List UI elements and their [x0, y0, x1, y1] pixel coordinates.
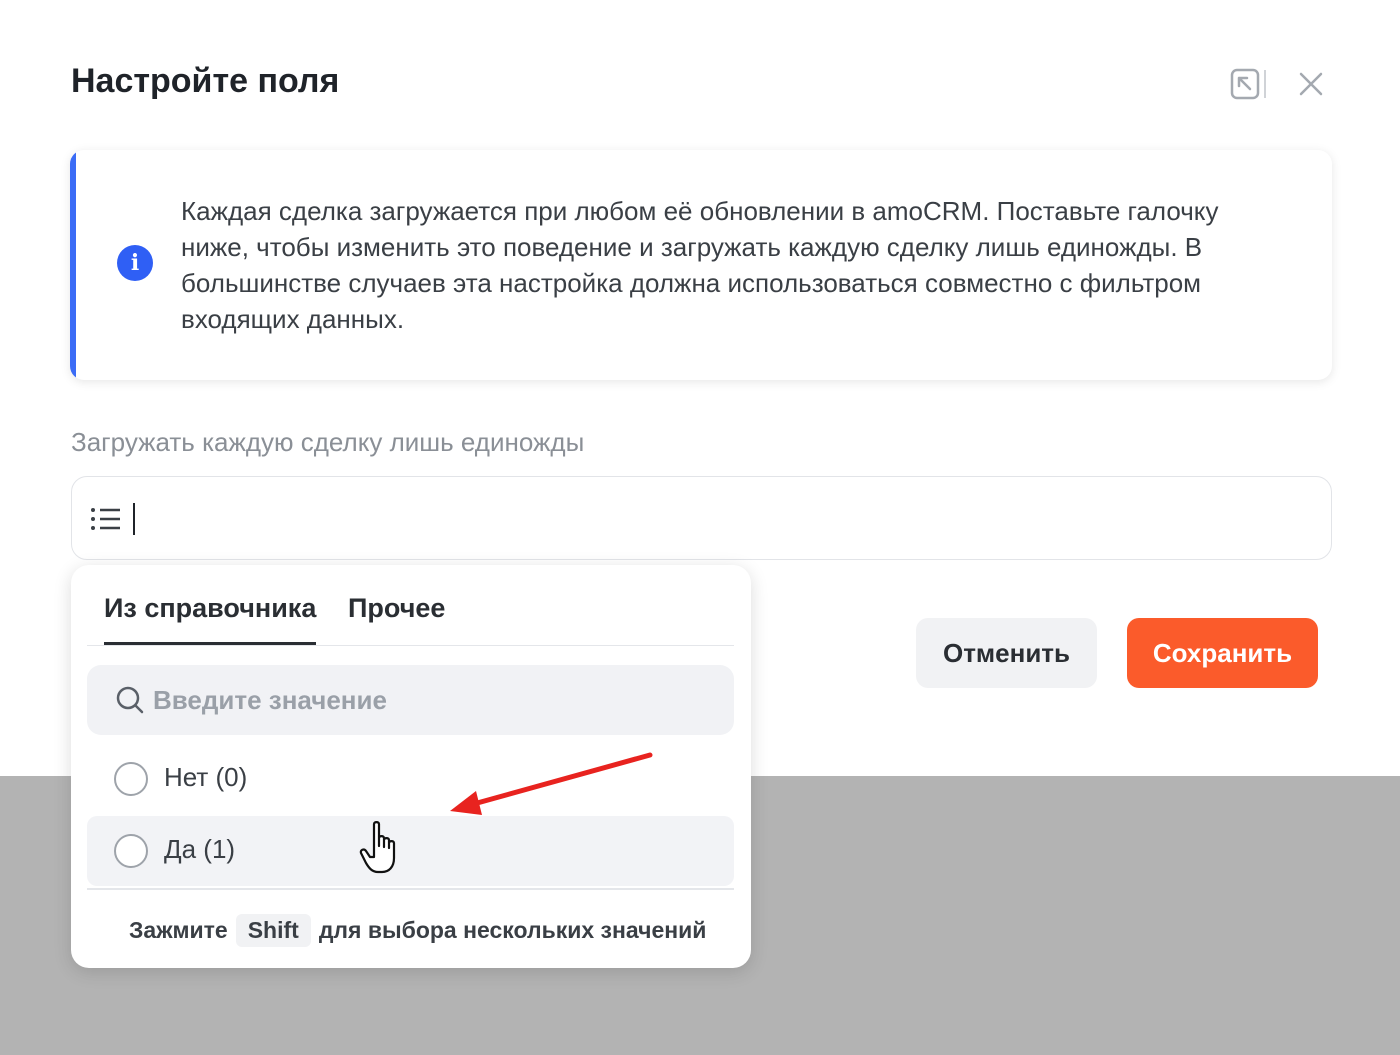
red-arrow-annotation: [450, 752, 653, 815]
info-icon: i: [117, 245, 153, 281]
modal-title: Настройте поля: [71, 62, 340, 100]
field-input[interactable]: [71, 476, 1332, 560]
info-accent-bar: [70, 150, 76, 380]
radio-no[interactable]: [114, 762, 148, 796]
search-input[interactable]: [153, 677, 713, 723]
save-button[interactable]: Сохранить: [1127, 618, 1318, 688]
text-caret: [133, 503, 135, 535]
close-icon: [1299, 72, 1323, 96]
field-label: Загружать каждую сделку лишь единожды: [71, 427, 585, 457]
info-text: Каждая сделка загружается при любом её о…: [181, 196, 1219, 334]
dropdown-divider: [87, 888, 734, 890]
option-label: Да (1): [164, 834, 236, 864]
cancel-button[interactable]: Отменить: [916, 618, 1097, 688]
tab-directory[interactable]: Из справочника: [104, 593, 317, 645]
shift-key-badge: Shift: [235, 914, 311, 947]
hand-cursor-icon: [359, 821, 396, 874]
option-label: Нет (0): [164, 762, 248, 792]
search-box: [87, 665, 734, 735]
radio-yes[interactable]: [114, 834, 148, 868]
dropdown-tabs: Из справочника Прочее: [87, 565, 734, 646]
option-yes[interactable]: Да (1): [87, 816, 734, 886]
info-box: i Каждая сделка загружается при любом её…: [70, 150, 1332, 380]
hint-suffix: для выбора нескольких значений: [318, 917, 707, 943]
hint-prefix: Зажмите: [129, 917, 228, 943]
tab-other[interactable]: Прочее: [348, 593, 445, 642]
list-icon: [91, 508, 120, 530]
expand-button[interactable]: [1226, 64, 1270, 104]
search-icon: [116, 686, 144, 714]
close-button[interactable]: [1290, 64, 1332, 104]
multiselect-hint: Зажмите Shift для выбора нескольких знач…: [129, 914, 706, 947]
expand-icon: [1230, 68, 1266, 100]
